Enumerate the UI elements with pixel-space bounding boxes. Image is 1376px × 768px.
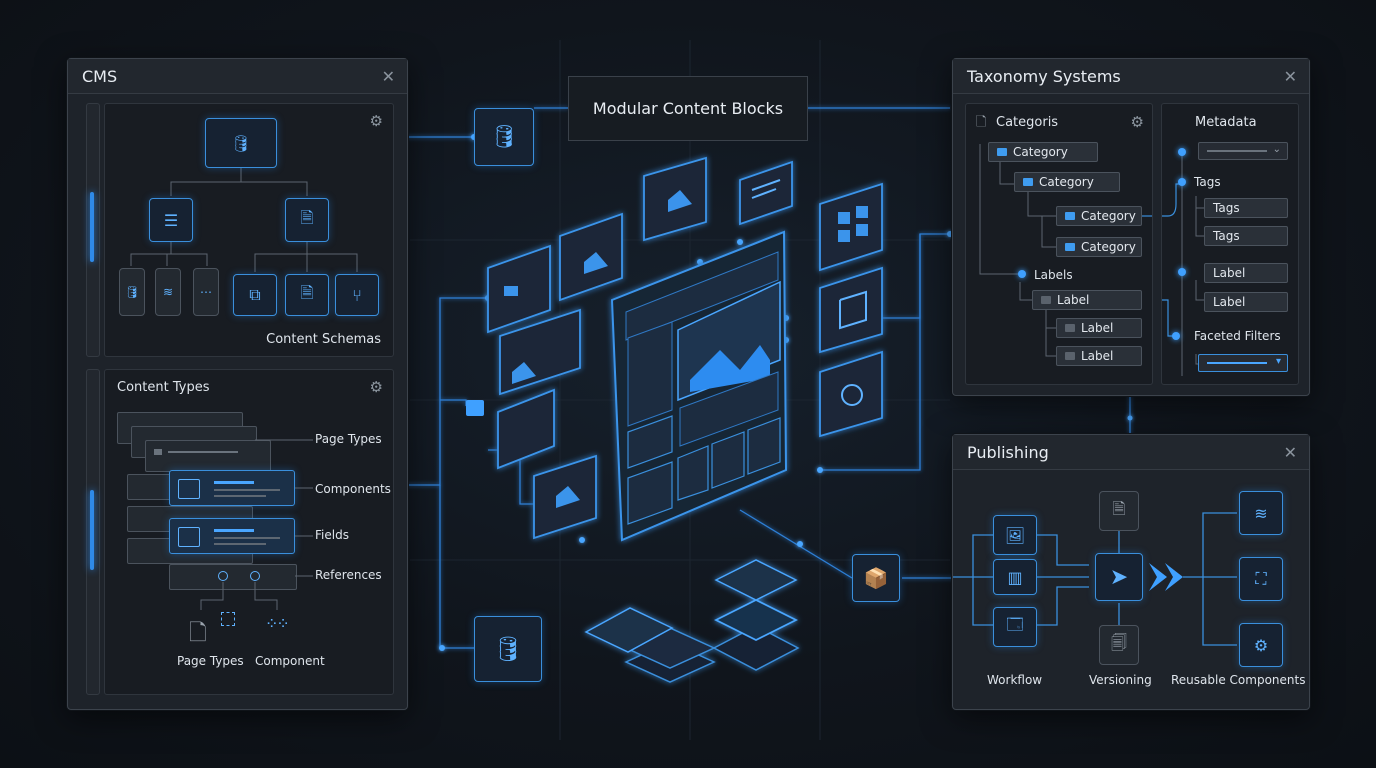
versioning-label: Versioning bbox=[1089, 673, 1152, 687]
label-chip-2[interactable]: Label bbox=[1056, 318, 1142, 338]
meta-label-chip-2[interactable]: Label bbox=[1204, 292, 1288, 312]
labels-header: Labels bbox=[1034, 268, 1073, 282]
close-icon[interactable]: ✕ bbox=[382, 67, 395, 86]
card-doc bbox=[487, 244, 551, 334]
type-label-page-types: Page Types bbox=[315, 432, 382, 446]
hierarchy-icon[interactable]: ⑂ bbox=[335, 274, 379, 316]
tag-chip-2[interactable]: Tags bbox=[1204, 226, 1288, 246]
cms-scroll-rail-top[interactable] bbox=[86, 103, 100, 357]
category-chip-2[interactable]: Category bbox=[1014, 172, 1120, 192]
category-chip-3[interactable]: Category bbox=[1056, 206, 1142, 226]
content-schemas-label: Content Schemas bbox=[266, 332, 381, 347]
card-window bbox=[819, 266, 883, 354]
arrow-right-icon[interactable]: ➤ bbox=[1095, 553, 1143, 601]
copy-icon[interactable]: ⧉ bbox=[233, 274, 277, 316]
window-icon[interactable]: 🗔 bbox=[993, 607, 1037, 647]
database-stack-icon[interactable]: 🛢 bbox=[474, 616, 542, 682]
tag-chip-1[interactable]: Tags bbox=[1204, 198, 1288, 218]
category-chip-1[interactable]: Category bbox=[988, 142, 1098, 162]
reusable-components-label: Reusable Components bbox=[1171, 673, 1306, 687]
type-label-components: Components bbox=[315, 482, 391, 496]
metadata-node-dot bbox=[1178, 148, 1186, 156]
tags-header: Tags bbox=[1194, 175, 1221, 189]
layers-icon[interactable]: ≋ bbox=[155, 268, 181, 316]
types-connector-lines bbox=[200, 439, 313, 610]
faceted-filters-dropdown[interactable]: ▾ bbox=[1198, 354, 1288, 372]
categories-section: 🗋 Categoris ⚙ Category Category Category… bbox=[965, 103, 1153, 385]
main-screen-card bbox=[610, 230, 788, 542]
content-schemas-section: ⚙ 🛢 ☰ 🗎 🛢 ≋ ⋯ ⧉ 🗎 ⑂ Content Schemas bbox=[104, 103, 394, 357]
document-icon[interactable]: 🗎 bbox=[1099, 491, 1139, 531]
list-icon[interactable]: ☰ bbox=[149, 198, 193, 242]
publishing-panel: Publishing ✕ 🖼 ▥ 🗔 🗎 ➤ 🗐 ≋ ⛶ ⚙ Workflow … bbox=[952, 434, 1310, 710]
component-frame-icon[interactable]: ⛶ bbox=[1239, 557, 1283, 601]
version-file-icon[interactable]: 🗐 bbox=[1099, 625, 1139, 665]
type-label-references: References bbox=[315, 568, 382, 582]
gear-icon[interactable]: ⚙ bbox=[1239, 623, 1283, 667]
stacked-layers-b bbox=[712, 559, 800, 671]
meta-label-chip-1[interactable]: Label bbox=[1204, 263, 1288, 283]
database-icon[interactable]: 🛢 bbox=[474, 108, 534, 166]
bottom-label-component: Component bbox=[255, 654, 325, 668]
card-list bbox=[497, 388, 555, 470]
more-icon[interactable]: ⋯ bbox=[193, 268, 219, 316]
taxonomy-panel-title: Taxonomy Systems bbox=[967, 66, 1121, 86]
cms-panel-title: CMS bbox=[82, 66, 118, 86]
faceted-filters-node-dot bbox=[1172, 332, 1180, 340]
card-gear bbox=[819, 350, 883, 438]
database-small-icon[interactable]: 🛢 bbox=[119, 268, 145, 316]
stacked-layers-a bbox=[584, 607, 716, 683]
content-types-section: Content Types ⚙ Page Types Components Fi… bbox=[104, 369, 394, 695]
meta-label-node-dot bbox=[1178, 268, 1186, 276]
label-chip-3[interactable]: Label bbox=[1056, 346, 1142, 366]
workflow-label: Workflow bbox=[987, 673, 1043, 687]
metadata-section: Metadata ⌄ Tags Tags Tags Label Label Fa… bbox=[1161, 103, 1299, 385]
bottom-label-page-types: Page Types bbox=[177, 654, 244, 668]
cms-panel-header: CMS ✕ bbox=[68, 59, 407, 94]
taxonomy-panel-header: Taxonomy Systems ✕ bbox=[953, 59, 1309, 94]
taxonomy-panel: Taxonomy Systems ✕ 🗋 Categoris ⚙ Categor… bbox=[952, 58, 1310, 396]
labels-node-dot bbox=[1018, 270, 1026, 278]
label-chip-1[interactable]: Label bbox=[1032, 290, 1142, 310]
metadata-dropdown[interactable]: ⌄ bbox=[1198, 142, 1288, 160]
document-icon[interactable]: 🗎 bbox=[285, 274, 329, 316]
close-icon[interactable]: ✕ bbox=[1284, 67, 1297, 86]
faceted-filters-label: Faceted Filters bbox=[1194, 329, 1281, 343]
tags-node-dot bbox=[1178, 178, 1186, 186]
cms-scroll-rail-bottom[interactable] bbox=[86, 369, 100, 695]
columns-icon[interactable]: ▥ bbox=[993, 559, 1037, 595]
document-icon: 🗋 bbox=[189, 621, 207, 646]
database-icon[interactable]: 🛢 bbox=[205, 118, 277, 168]
package-icon[interactable]: 📦 bbox=[852, 554, 900, 602]
cms-panel: CMS ✕ ⚙ 🛢 ☰ 🗎 🛢 ≋ ⋯ ⧉ 🗎 ⑂ Content Schema… bbox=[67, 58, 408, 710]
modular-content-blocks-title: Modular Content Blocks bbox=[568, 76, 808, 141]
selection-icon bbox=[221, 612, 235, 626]
card-grid bbox=[819, 182, 883, 272]
layers-icon[interactable]: ≋ bbox=[1239, 491, 1283, 535]
type-label-fields: Fields bbox=[315, 528, 349, 542]
category-chip-4[interactable]: Category bbox=[1056, 237, 1142, 257]
document-icon[interactable]: 🗎 bbox=[285, 198, 329, 242]
component-dots-icon: ⁘⁘ bbox=[265, 614, 290, 633]
image-icon[interactable]: 🖼 bbox=[993, 515, 1037, 555]
